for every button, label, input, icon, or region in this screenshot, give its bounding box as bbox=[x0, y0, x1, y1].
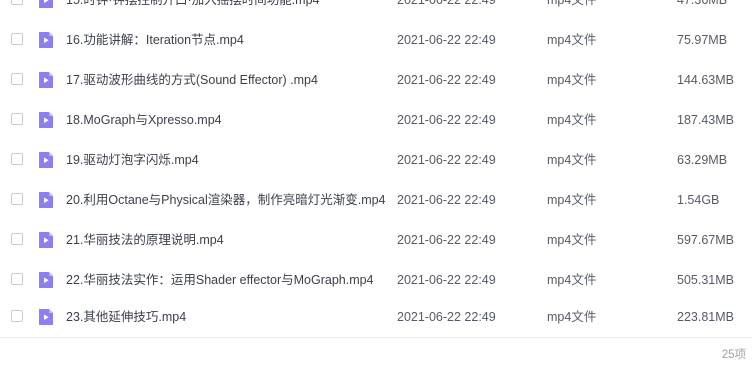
file-name[interactable]: 15.时钟·钟摆控制开口·加入摇摆时间功能.mp4 bbox=[66, 0, 320, 8]
list-item[interactable]: 20.利用Octane与Physical渲染器，制作亮暗灯光渐变.mp4 202… bbox=[0, 180, 752, 220]
file-type: mp4文件 bbox=[547, 233, 597, 247]
file-size: 144.63MB bbox=[677, 73, 734, 87]
file-size: 47.36MB bbox=[677, 0, 728, 7]
file-date: 2021-06-22 22:49 bbox=[397, 153, 496, 167]
file-name[interactable]: 18.MoGraph与Xpresso.mp4 bbox=[66, 112, 222, 128]
row-checkbox[interactable] bbox=[11, 273, 23, 285]
file-date: 2021-06-22 22:49 bbox=[397, 193, 496, 207]
file-name[interactable]: 23.其他延伸技巧.mp4 bbox=[66, 309, 186, 325]
file-name[interactable]: 17.驱动波形曲线的方式(Sound Effector) .mp4 bbox=[66, 72, 318, 88]
list-item[interactable]: 23.其他延伸技巧.mp4 2021-06-22 22:49 mp4文件 223… bbox=[0, 297, 752, 337]
file-type: mp4文件 bbox=[547, 113, 597, 127]
file-date: 2021-06-22 22:49 bbox=[397, 310, 496, 324]
video-file-icon bbox=[39, 112, 53, 128]
file-name[interactable]: 19.驱动灯泡字闪烁.mp4 bbox=[66, 152, 199, 168]
row-checkbox[interactable] bbox=[11, 73, 23, 85]
file-size: 187.43MB bbox=[677, 113, 734, 127]
row-checkbox[interactable] bbox=[11, 33, 23, 45]
list-item[interactable]: 17.驱动波形曲线的方式(Sound Effector) .mp4 2021-0… bbox=[0, 60, 752, 100]
file-date: 2021-06-22 22:49 bbox=[397, 273, 496, 287]
file-size: 75.97MB bbox=[677, 33, 728, 47]
file-name[interactable]: 20.利用Octane与Physical渲染器，制作亮暗灯光渐变.mp4 bbox=[66, 192, 386, 208]
file-size: 597.67MB bbox=[677, 233, 734, 247]
file-type: mp4文件 bbox=[547, 193, 597, 207]
file-date: 2021-06-22 22:49 bbox=[397, 113, 496, 127]
list-item[interactable]: 15.时钟·钟摆控制开口·加入摇摆时间功能.mp4 2021-06-22 22:… bbox=[0, 0, 752, 20]
file-size: 223.81MB bbox=[677, 310, 734, 324]
list-item[interactable]: 16.功能讲解：Iteration节点.mp4 2021-06-22 22:49… bbox=[0, 20, 752, 60]
file-date: 2021-06-22 22:49 bbox=[397, 0, 496, 7]
file-size: 505.31MB bbox=[677, 273, 734, 287]
file-type: mp4文件 bbox=[547, 273, 597, 287]
video-file-icon bbox=[39, 232, 53, 248]
row-checkbox[interactable] bbox=[11, 0, 23, 5]
video-file-icon bbox=[39, 272, 53, 288]
video-file-icon bbox=[39, 72, 53, 88]
list-item[interactable]: 21.华丽技法的原理说明.mp4 2021-06-22 22:49 mp4文件 … bbox=[0, 220, 752, 260]
item-count: 25项 bbox=[721, 349, 746, 361]
file-type: mp4文件 bbox=[547, 33, 597, 47]
file-date: 2021-06-22 22:49 bbox=[397, 33, 496, 47]
video-file-icon bbox=[39, 309, 53, 325]
file-type: mp4文件 bbox=[547, 153, 597, 167]
row-checkbox[interactable] bbox=[11, 113, 23, 125]
list-divider bbox=[0, 337, 752, 338]
file-type: mp4文件 bbox=[547, 73, 597, 87]
row-checkbox[interactable] bbox=[11, 233, 23, 245]
file-size: 63.29MB bbox=[677, 153, 728, 167]
list-item[interactable]: 18.MoGraph与Xpresso.mp4 2021-06-22 22:49 … bbox=[0, 100, 752, 140]
list-item[interactable]: 22.华丽技法实作：运用Shader effector与MoGraph.mp4 … bbox=[0, 260, 752, 300]
video-file-icon bbox=[39, 152, 53, 168]
file-date: 2021-06-22 22:49 bbox=[397, 233, 496, 247]
video-file-icon bbox=[39, 0, 53, 8]
file-name[interactable]: 21.华丽技法的原理说明.mp4 bbox=[66, 232, 224, 248]
file-date: 2021-06-22 22:49 bbox=[397, 73, 496, 87]
file-name[interactable]: 16.功能讲解：Iteration节点.mp4 bbox=[66, 32, 244, 48]
file-type: mp4文件 bbox=[547, 310, 597, 324]
row-checkbox[interactable] bbox=[11, 153, 23, 165]
row-checkbox[interactable] bbox=[11, 193, 23, 205]
file-size: 1.54GB bbox=[677, 193, 720, 207]
video-file-icon bbox=[39, 192, 53, 208]
video-file-icon bbox=[39, 32, 53, 48]
file-type: mp4文件 bbox=[547, 0, 597, 7]
list-item[interactable]: 19.驱动灯泡字闪烁.mp4 2021-06-22 22:49 mp4文件 63… bbox=[0, 140, 752, 180]
row-checkbox[interactable] bbox=[11, 310, 23, 322]
file-name[interactable]: 22.华丽技法实作：运用Shader effector与MoGraph.mp4 bbox=[66, 272, 374, 288]
